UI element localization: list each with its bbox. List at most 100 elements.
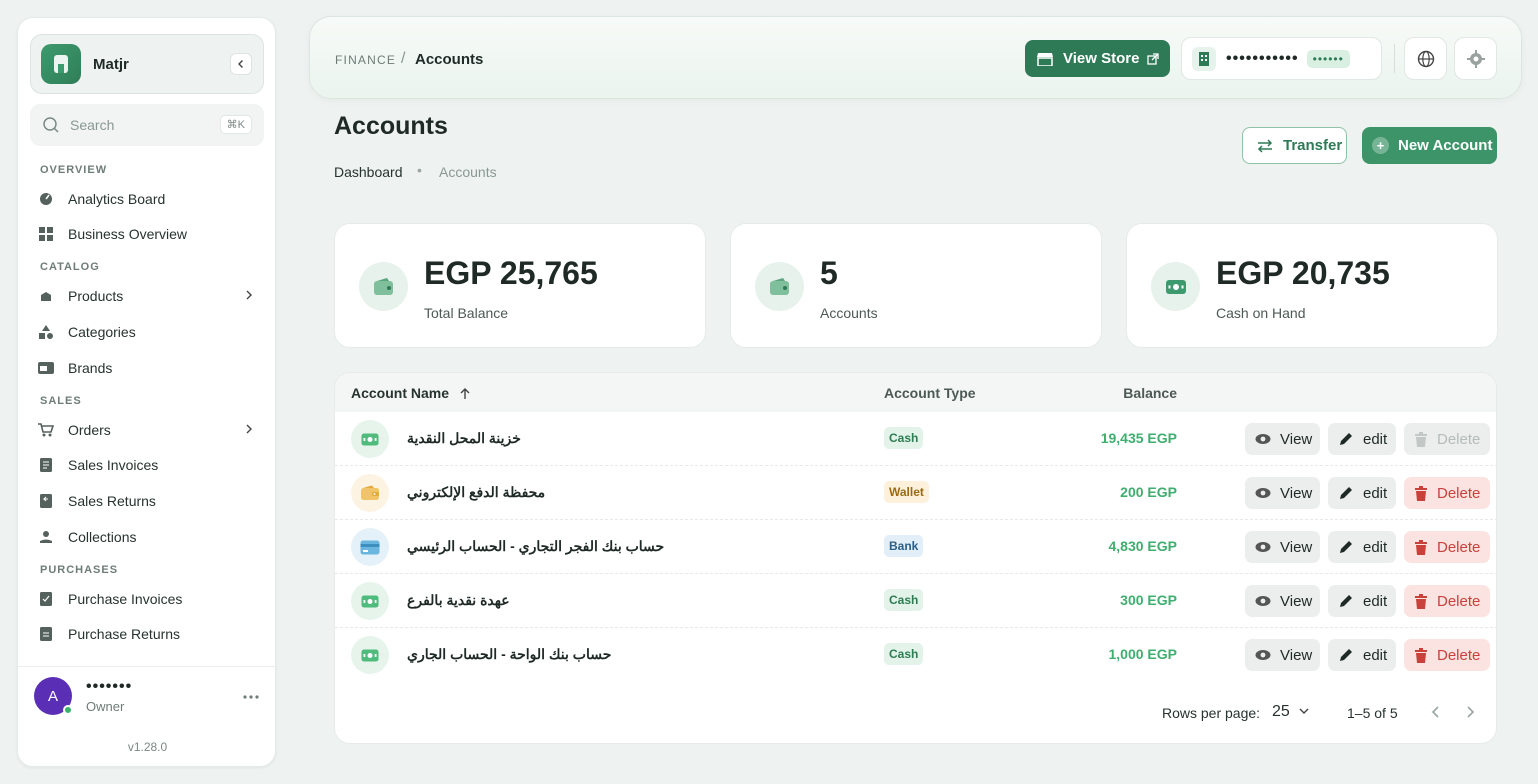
new-account-button[interactable]: + New Account bbox=[1362, 127, 1497, 164]
pagination-range: 1–5 of 5 bbox=[1347, 705, 1398, 721]
more-options-icon[interactable] bbox=[243, 686, 259, 704]
previous-page-icon[interactable] bbox=[1428, 704, 1444, 720]
view-button[interactable]: View bbox=[1245, 639, 1320, 671]
language-button[interactable] bbox=[1404, 37, 1447, 80]
edit-button[interactable]: edit bbox=[1328, 423, 1396, 455]
wallet-icon bbox=[359, 262, 408, 311]
view-button[interactable]: View bbox=[1245, 477, 1320, 509]
transfer-label: Transfer bbox=[1283, 137, 1343, 154]
account-type-badge: Cash bbox=[884, 427, 924, 449]
section-sales: SALES bbox=[40, 395, 82, 407]
stat-label: Accounts bbox=[820, 305, 878, 321]
sidebar-item-sales-returns[interactable]: Sales Returns bbox=[38, 488, 258, 514]
sidebar-item-analytics[interactable]: Analytics Board bbox=[38, 186, 258, 212]
eye-icon bbox=[1255, 596, 1271, 606]
rows-per-page-select[interactable]: 25 bbox=[1272, 703, 1290, 721]
sidebar-item-brands[interactable]: Brands bbox=[38, 355, 258, 381]
page-title: Accounts bbox=[334, 112, 448, 140]
settings-button[interactable] bbox=[1454, 37, 1497, 80]
edit-button[interactable]: edit bbox=[1328, 477, 1396, 509]
account-name: خزينة المحل النقدية bbox=[407, 430, 521, 446]
edit-label: edit bbox=[1363, 646, 1388, 664]
search-icon bbox=[43, 117, 59, 133]
sidebar-item-label: Products bbox=[68, 288, 124, 304]
chevron-right-icon bbox=[246, 290, 252, 300]
sidebar-item-purchase-returns[interactable]: Purchase Returns bbox=[38, 621, 258, 647]
stat-value: EGP 20,735 bbox=[1216, 255, 1390, 291]
sort-ascending-icon bbox=[460, 388, 470, 399]
sidebar: Matjr Search ⌘K OVERVIEW Analytics Board… bbox=[17, 17, 277, 767]
breadcrumb-separator: / bbox=[401, 50, 406, 67]
view-label: View bbox=[1280, 484, 1313, 502]
cash-icon bbox=[351, 582, 389, 620]
edit-button[interactable]: edit bbox=[1328, 585, 1396, 617]
section-purchases: PURCHASES bbox=[40, 564, 119, 576]
stat-value: EGP 25,765 bbox=[424, 255, 598, 291]
sidebar-item-categories[interactable]: Categories bbox=[38, 319, 258, 345]
chevron-down-icon[interactable] bbox=[1298, 707, 1310, 715]
sidebar-item-label: Purchase Returns bbox=[68, 626, 181, 642]
column-header-balance[interactable]: Balance bbox=[1123, 385, 1177, 401]
wallet-icon bbox=[755, 262, 804, 311]
online-status-dot bbox=[63, 705, 73, 715]
account-balance: 4,830 EGP bbox=[1108, 538, 1178, 554]
column-header-type[interactable]: Account Type bbox=[884, 385, 976, 401]
edit-label: edit bbox=[1363, 592, 1388, 610]
delete-label: Delete bbox=[1437, 592, 1481, 610]
account-name: عهدة نقدية بالفرع bbox=[407, 592, 510, 608]
sidebar-item-products[interactable]: Products bbox=[38, 283, 258, 309]
return-receipt-icon bbox=[38, 493, 54, 509]
delete-label: Delete bbox=[1437, 646, 1481, 664]
view-label: View bbox=[1280, 592, 1313, 610]
account-balance: 19,435 EGP bbox=[1100, 430, 1177, 446]
edit-button[interactable]: edit bbox=[1328, 531, 1396, 563]
view-label: View bbox=[1280, 538, 1313, 556]
table-header: Account Name Account Type Balance bbox=[335, 373, 1496, 412]
transfer-arrows-icon bbox=[1257, 138, 1273, 153]
transfer-button[interactable]: Transfer bbox=[1242, 127, 1347, 164]
sidebar-item-orders[interactable]: Orders bbox=[38, 417, 258, 443]
view-store-button[interactable]: View Store bbox=[1025, 40, 1170, 77]
view-button[interactable]: View bbox=[1245, 585, 1320, 617]
sidebar-search[interactable]: Search ⌘K bbox=[30, 104, 264, 146]
tag-icon bbox=[38, 360, 54, 376]
store-name: ••••••••••• bbox=[1226, 49, 1299, 67]
account-balance: 300 EGP bbox=[1120, 592, 1177, 608]
edit-label: edit bbox=[1363, 538, 1388, 556]
wallet-icon bbox=[351, 474, 389, 512]
topbar-divider bbox=[1394, 44, 1395, 73]
dashboard-icon bbox=[38, 226, 54, 242]
account-name: حساب بنك الواحة - الحساب الجاري bbox=[407, 646, 612, 662]
edit-label: edit bbox=[1363, 430, 1388, 448]
breadcrumb-section[interactable]: FINANCE bbox=[335, 53, 396, 67]
trash-icon bbox=[1415, 647, 1427, 663]
eye-icon bbox=[1255, 488, 1271, 498]
brand-name: Matjr bbox=[93, 55, 129, 73]
next-page-icon[interactable] bbox=[1462, 704, 1478, 720]
account-balance: 1,000 EGP bbox=[1108, 646, 1178, 662]
delete-button[interactable]: Delete bbox=[1404, 477, 1490, 509]
package-icon bbox=[38, 288, 54, 304]
chevron-right-icon bbox=[246, 424, 252, 434]
view-button[interactable]: View bbox=[1245, 423, 1320, 455]
pencil-icon bbox=[1340, 649, 1352, 661]
brand-switcher[interactable]: Matjr bbox=[30, 34, 264, 94]
delete-button[interactable]: Delete bbox=[1404, 423, 1490, 455]
globe-icon bbox=[1417, 50, 1434, 67]
store-switcher[interactable]: ••••••••••• •••••• bbox=[1181, 37, 1382, 80]
view-button[interactable]: View bbox=[1245, 531, 1320, 563]
sidebar-item-collections[interactable]: Collections bbox=[38, 524, 258, 550]
chevron-left-icon bbox=[238, 60, 243, 68]
edit-button[interactable]: edit bbox=[1328, 639, 1396, 671]
sidebar-item-sales-invoices[interactable]: Sales Invoices bbox=[38, 452, 258, 478]
sidebar-item-purchase-invoices[interactable]: Purchase Invoices bbox=[38, 586, 258, 612]
breadcrumb-home[interactable]: Dashboard bbox=[334, 164, 403, 180]
delete-button[interactable]: Delete bbox=[1404, 531, 1490, 563]
collapse-sidebar-button[interactable] bbox=[230, 53, 252, 75]
delete-button[interactable]: Delete bbox=[1404, 639, 1490, 671]
column-header-name[interactable]: Account Name bbox=[351, 385, 471, 401]
sidebar-item-business[interactable]: Business Overview bbox=[38, 221, 258, 247]
delete-button[interactable]: Delete bbox=[1404, 585, 1490, 617]
sidebar-item-label: Purchase Invoices bbox=[68, 591, 183, 607]
brand-logo bbox=[41, 44, 81, 84]
